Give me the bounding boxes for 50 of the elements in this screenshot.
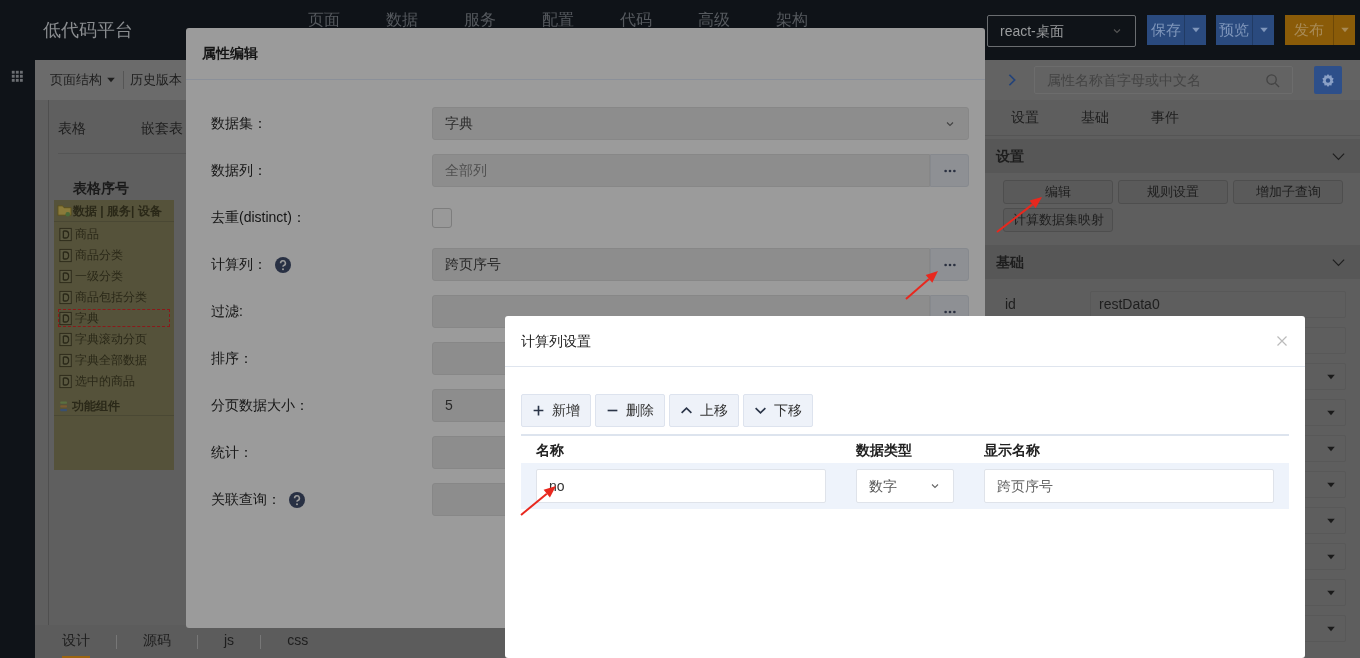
bottom-tab[interactable]: css [287, 625, 309, 658]
nav-link[interactable]: 页面 [308, 8, 340, 32]
panel-tab[interactable]: 设置 [1011, 107, 1039, 128]
toolbar-button[interactable]: 下移 [743, 394, 813, 427]
nav-link[interactable]: 数据 [386, 8, 418, 32]
column-header: 显示名称 [984, 441, 1040, 458]
nav-link[interactable]: 代码 [620, 8, 652, 32]
split-button[interactable]: 发布 [1285, 15, 1355, 45]
toolbar-button[interactable]: 删除 [595, 394, 665, 427]
nav-link[interactable]: 服务 [464, 8, 496, 32]
field-label: 去重(distinct)： [211, 208, 306, 227]
split-button[interactable]: 保存 [1147, 15, 1206, 45]
field-label: id [1005, 295, 1017, 314]
bottom-tab[interactable]: 设计 [62, 625, 90, 658]
field-label: 计算列： [211, 255, 267, 274]
canvas-tab[interactable]: 嵌套表 [141, 118, 183, 139]
dropdown-menu[interactable]: 页面结构 [50, 70, 117, 90]
input-field[interactable]: 跨页序号 [432, 248, 930, 281]
panel-tab[interactable]: 基础 [1081, 107, 1109, 128]
canvas-tab[interactable]: 表格 [58, 118, 86, 139]
column-header: 名称 [536, 441, 564, 458]
bottom-tab[interactable]: 源码 [143, 625, 171, 658]
bottom-tab[interactable]: js [224, 625, 235, 658]
field-label: 过滤: [211, 302, 243, 321]
input-field[interactable]: 跨页序号 [984, 469, 1274, 503]
nav-link[interactable]: 高级 [698, 8, 730, 32]
column-header: 数据类型 [856, 441, 912, 458]
app-title: 低代码平台 [43, 18, 133, 42]
field-label: 排序： [211, 349, 253, 368]
input-field[interactable]: 全部列 [432, 154, 930, 187]
section-header[interactable]: 设置 [985, 139, 1360, 173]
dialog-title: 计算列设置 [521, 331, 591, 351]
field-label: 分页数据大小： [211, 396, 309, 415]
field-label: 关联查询： [211, 490, 281, 509]
panel-tab[interactable]: 事件 [1151, 107, 1179, 128]
select-field[interactable]: 字典 [432, 107, 969, 140]
nav-link[interactable]: 配置 [542, 8, 574, 32]
field-label: 统计： [211, 443, 253, 462]
field-label: 数据列： [211, 161, 267, 180]
dialog-title: 属性编辑 [202, 44, 258, 63]
column-header: 表格序号 [73, 179, 129, 198]
nav-link[interactable]: 架构 [776, 8, 808, 32]
toolbar-link[interactable]: 历史版本 [130, 70, 182, 90]
section-header[interactable]: 基础 [985, 245, 1360, 279]
platform-select[interactable]: react-桌面 [987, 15, 1136, 47]
field-label: 数据集： [211, 114, 267, 133]
toolbar-button[interactable]: 新增 [521, 394, 591, 427]
select-field[interactable]: 数字 [856, 469, 954, 503]
toolbar-button[interactable]: 上移 [669, 394, 739, 427]
split-button[interactable]: 预览 [1216, 15, 1274, 45]
